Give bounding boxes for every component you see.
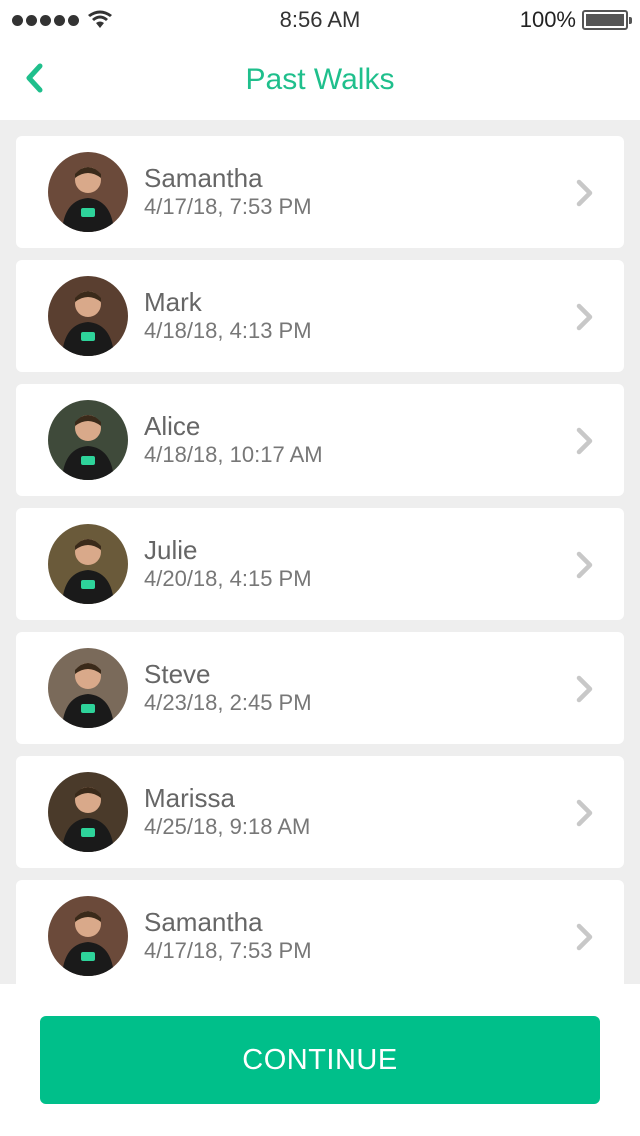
walk-list-item[interactable]: Steve 4/23/18, 2:45 PM	[16, 632, 624, 744]
walk-text: Mark 4/18/18, 4:13 PM	[144, 287, 312, 345]
chevron-right-icon	[576, 427, 593, 455]
walk-text: Julie 4/20/18, 4:15 PM	[144, 535, 312, 593]
signal-dots-icon	[12, 14, 79, 26]
chevron-right-icon	[576, 551, 593, 579]
chevron-right-icon	[576, 923, 593, 951]
page-title: Past Walks	[245, 63, 395, 96]
walk-list-item[interactable]: Samantha 4/17/18, 7:53 PM	[16, 136, 624, 248]
walk-text: Steve 4/23/18, 2:45 PM	[144, 659, 312, 717]
walk-list-item[interactable]: Mark 4/18/18, 4:13 PM	[16, 260, 624, 372]
walker-name: Marissa	[144, 783, 236, 813]
status-time: 8:56 AM	[279, 7, 361, 32]
walker-name: Steve	[144, 659, 211, 689]
walk-text: Samantha 4/17/18, 7:53 PM	[144, 163, 312, 221]
walk-date: 4/18/18, 4:13 PM	[144, 318, 312, 343]
walk-text: Samantha 4/17/18, 7:53 PM	[144, 907, 312, 965]
walk-date: 4/25/18, 9:18 AM	[144, 814, 311, 839]
continue-button[interactable]: CONTINUE	[40, 1016, 600, 1104]
chevron-right-icon	[576, 179, 593, 207]
walker-avatar	[48, 648, 128, 728]
walker-name: Alice	[144, 411, 201, 441]
walker-avatar	[48, 772, 128, 852]
walk-date: 4/17/18, 7:53 PM	[144, 938, 312, 963]
walks-list[interactable]: Samantha 4/17/18, 7:53 PM Mark 4/18/18, 4:1…	[0, 120, 640, 984]
walk-text: Alice 4/18/18, 10:17 AM	[144, 411, 323, 469]
footer: CONTINUE	[0, 984, 640, 1136]
chevron-right-icon	[576, 799, 593, 827]
walker-avatar	[48, 896, 128, 976]
walk-date: 4/18/18, 10:17 AM	[144, 442, 323, 467]
status-bar: 8:56 AM 100%	[0, 0, 640, 40]
walk-text: Marissa 4/25/18, 9:18 AM	[144, 783, 310, 841]
walker-name: Samantha	[144, 163, 263, 193]
walk-date: 4/20/18, 4:15 PM	[144, 566, 312, 591]
walk-list-item[interactable]: Marissa 4/25/18, 9:18 AM	[16, 756, 624, 868]
wifi-icon	[88, 10, 112, 28]
walker-name: Mark	[144, 287, 202, 317]
chevron-right-icon	[576, 303, 593, 331]
walker-name: Julie	[144, 535, 198, 565]
walker-name: Samantha	[144, 907, 263, 937]
chevron-left-icon	[26, 63, 43, 93]
walker-avatar	[48, 524, 128, 604]
walker-avatar	[48, 152, 128, 232]
walker-avatar	[48, 400, 128, 480]
back-button[interactable]	[14, 56, 54, 100]
battery-icon	[582, 10, 632, 30]
walk-list-item[interactable]: Alice 4/18/18, 10:17 AM	[16, 384, 624, 496]
walk-date: 4/23/18, 2:45 PM	[144, 690, 312, 715]
battery-percent: 100%	[519, 7, 576, 32]
walker-avatar	[48, 276, 128, 356]
walk-date: 4/17/18, 7:53 PM	[144, 194, 312, 219]
status-left	[12, 10, 192, 30]
walk-list-item[interactable]: Samantha 4/17/18, 7:53 PM	[16, 880, 624, 984]
nav-bar: Past Walks	[0, 40, 640, 120]
chevron-right-icon	[576, 675, 593, 703]
status-right: 100%	[448, 7, 632, 33]
walk-list-item[interactable]: Julie 4/20/18, 4:15 PM	[16, 508, 624, 620]
